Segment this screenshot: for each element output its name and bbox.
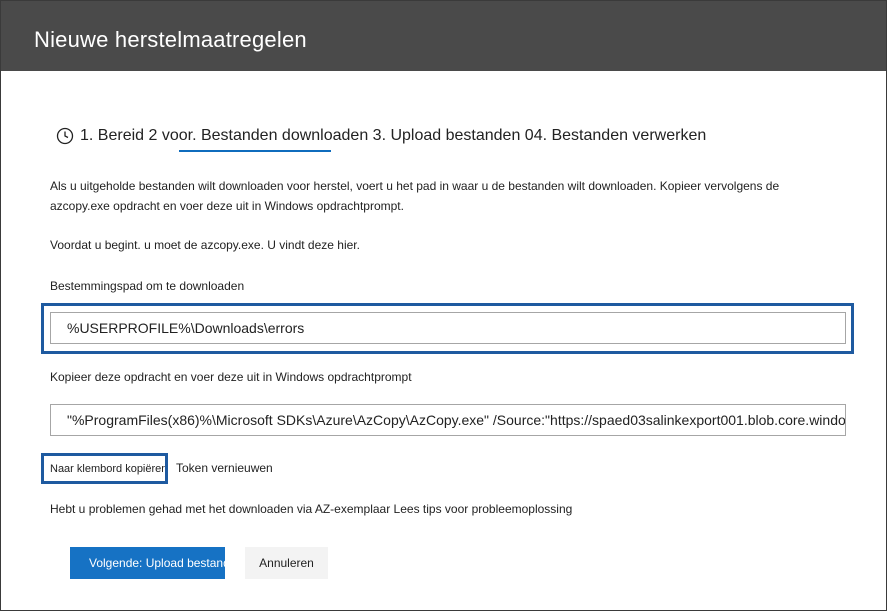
wizard-steps: 1. Bereid 2 voor. Bestanden downloaden 3… xyxy=(56,121,706,151)
step-process-files[interactable]: 4. Bestanden verwerken xyxy=(534,127,707,145)
intro-line-1: Als u uitgeholde bestanden wilt download… xyxy=(50,179,780,193)
command-field[interactable]: "%ProgramFiles(x86)%\Microsoft SDKs\Azur… xyxy=(50,404,846,436)
dialog-title: Nieuwe herstelmaatregelen xyxy=(34,27,307,52)
clock-icon xyxy=(56,127,74,145)
help-text[interactable]: Hebt u problemen gehad met het downloade… xyxy=(50,499,830,519)
cancel-button[interactable]: Annuleren xyxy=(245,547,328,579)
next-upload-button[interactable]: Volgende: Upload bestanden xyxy=(70,547,225,579)
path-label: Bestemmingspad om te downloaden xyxy=(50,279,245,293)
command-label: Kopieer deze opdracht en voer deze uit i… xyxy=(50,370,412,384)
before-start-text: Voordat u begint. u moet de azcopy.exe. … xyxy=(50,238,360,252)
step-upload-files[interactable]: 3. Upload bestanden 0 xyxy=(373,127,534,145)
refresh-token-link[interactable]: Token vernieuwen xyxy=(176,461,273,475)
destination-path-input[interactable]: %USERPROFILE%\Downloads\errors xyxy=(50,312,846,344)
copy-to-clipboard-button[interactable]: Naar klembord kopiëren xyxy=(41,453,168,484)
step-download-files[interactable]: Bestanden downloaden xyxy=(201,127,368,145)
title-bar: Nieuwe herstelmaatregelen xyxy=(1,1,886,71)
intro-line-2: azcopy.exe opdracht en voer deze uit in … xyxy=(50,199,404,213)
active-step-indicator xyxy=(179,150,331,152)
intro-text: Als u uitgeholde bestanden wilt download… xyxy=(50,176,830,216)
step-prepare[interactable]: 1. Bereid 2 voor. xyxy=(80,127,197,145)
dialog-window: Nieuwe herstelmaatregelen 1. Bereid 2 vo… xyxy=(0,0,887,611)
